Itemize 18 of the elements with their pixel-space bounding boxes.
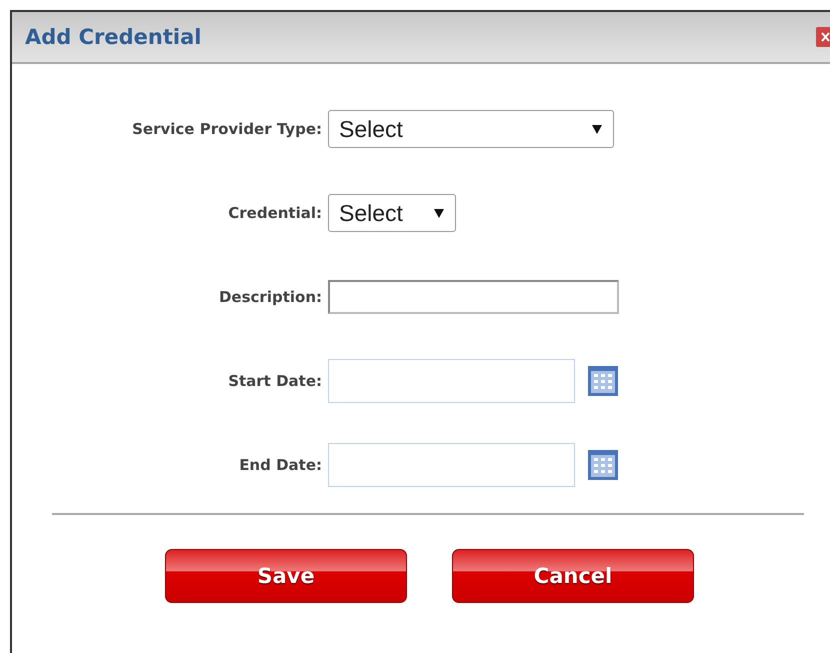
field-label: Service Provider Type: xyxy=(131,120,323,138)
date-field[interactable] xyxy=(328,443,575,487)
close-icon[interactable] xyxy=(816,27,830,47)
caret-icon xyxy=(591,123,603,135)
input-field[interactable] xyxy=(328,280,619,314)
field-label: Credential: xyxy=(227,204,323,222)
window-title: Add Credential xyxy=(25,25,202,49)
field-label: Description: xyxy=(218,288,323,306)
dropdown[interactable]: Select xyxy=(328,194,456,232)
field-label: End Date: xyxy=(238,456,323,474)
dialog-button[interactable]: Cancel xyxy=(452,549,694,603)
dropdown[interactable]: Select xyxy=(328,110,614,148)
dialog-button[interactable]: Save xyxy=(165,549,407,603)
field-label: Start Date: xyxy=(227,372,323,390)
caret-icon xyxy=(433,207,445,219)
calendar-icon[interactable] xyxy=(587,365,619,397)
calendar-icon[interactable] xyxy=(587,449,619,481)
date-field[interactable] xyxy=(328,359,575,403)
